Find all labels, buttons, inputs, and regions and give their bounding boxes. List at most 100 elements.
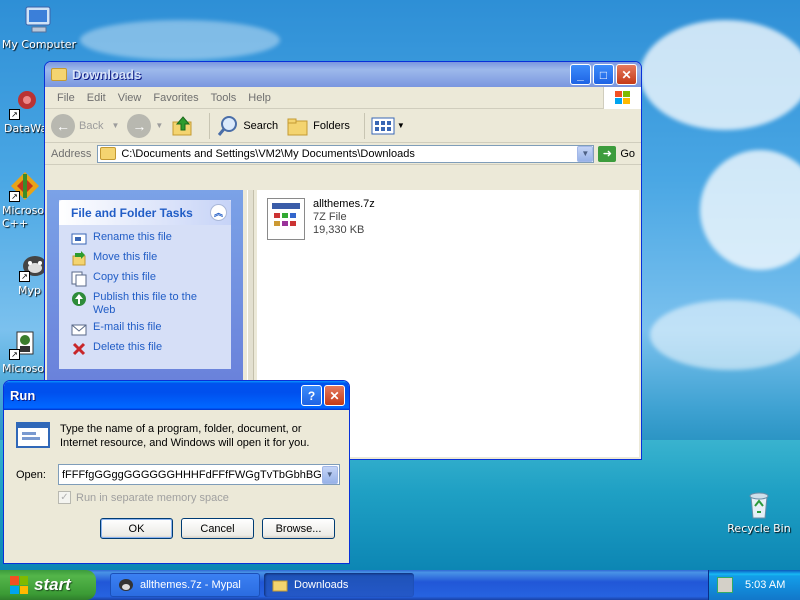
clock[interactable]: 5:03 AM [745, 579, 785, 591]
open-input-value: fFFFfgGGggGGGGGGHHHFdFFfFWGgTvTbGbhBG [61, 468, 322, 481]
email-icon [71, 321, 87, 337]
address-value: C:\Documents and Settings\VM2\My Documen… [121, 147, 415, 160]
run-body: Type the name of a program, folder, docu… [4, 410, 349, 539]
recycle-bin-icon [743, 488, 775, 520]
desktop-icon-my-computer[interactable]: My Computer [0, 4, 78, 51]
task-rename-file[interactable]: Rename this file [71, 231, 221, 247]
move-icon [71, 251, 87, 267]
toolbar-separator [363, 112, 365, 139]
network-tray-icon[interactable] [717, 577, 733, 593]
task-panel-header[interactable]: File and Folder Tasks ︽ [59, 200, 231, 225]
help-button[interactable]: ? [301, 385, 322, 406]
separate-memory-checkbox[interactable]: ✓ [58, 491, 71, 504]
cloud-decoration [80, 20, 280, 60]
folder-icon [51, 68, 67, 81]
shortcut-arrow-icon: ↗ [19, 271, 30, 282]
shortcut-arrow-icon: ↗ [9, 349, 20, 360]
minimize-icon: _ [577, 67, 584, 82]
task-delete-file[interactable]: Delete this file [71, 341, 221, 357]
7z-file-icon [267, 198, 305, 240]
folders-label: Folders [313, 119, 350, 132]
address-input[interactable]: C:\Documents and Settings\VM2\My Documen… [97, 144, 595, 163]
task-copy-file[interactable]: Copy this file [71, 271, 221, 287]
close-button[interactable]: ✕ [616, 64, 637, 85]
menu-edit[interactable]: Edit [81, 92, 112, 104]
task-email-file[interactable]: E-mail this file [71, 321, 221, 337]
folders-button[interactable]: Folders [286, 114, 350, 138]
collapse-chevron-icon[interactable]: ︽ [210, 204, 227, 221]
address-dropdown-button[interactable]: ▼ [577, 145, 594, 162]
chevron-down-icon: ▼ [111, 121, 120, 130]
open-combobox[interactable]: fFFFfgGGggGGGGGGHHHFdFFfFWGgTvTbGbhBG ▼ [57, 464, 340, 485]
task-label: Copy this file [93, 271, 156, 283]
run-program-icon [16, 422, 50, 448]
menu-file[interactable]: File [51, 92, 81, 104]
menu-tools[interactable]: Tools [205, 92, 243, 104]
go-button[interactable]: ➜ Go [598, 145, 635, 162]
my-computer-icon [23, 4, 55, 36]
explorer-titlebar[interactable]: Downloads _ □ ✕ [45, 62, 641, 87]
chevron-down-icon: ▼ [396, 121, 405, 130]
views-button[interactable]: ▼ [371, 116, 405, 136]
desktop-icon-label: My Computer [1, 38, 77, 51]
taskbar-item-mypal[interactable]: allthemes.7z - Mypal [110, 573, 260, 597]
mypal-icon [118, 578, 134, 592]
windows-logo-icon [603, 86, 641, 109]
run-titlebar[interactable]: Run ? ✕ [4, 381, 349, 410]
back-arrow-icon: ← [51, 113, 75, 138]
forward-arrow-icon: → [127, 113, 152, 138]
copy-icon [71, 271, 87, 287]
separate-memory-row: ✓ Run in separate memory space [58, 491, 337, 504]
file-details: allthemes.7z 7Z File 19,330 KB [313, 198, 375, 240]
task-label: Rename this file [93, 231, 172, 243]
browse-button[interactable]: Browse... [262, 518, 335, 539]
up-folder-button[interactable] [171, 114, 195, 138]
windows-flag-icon [10, 576, 28, 594]
system-tray: 5:03 AM [708, 570, 800, 600]
cloud-decoration [640, 20, 800, 130]
cancel-button[interactable]: Cancel [181, 518, 254, 539]
file-item-allthemes[interactable]: allthemes.7z 7Z File 19,330 KB [267, 198, 375, 240]
separate-memory-label: Run in separate memory space [76, 491, 229, 504]
open-label: Open: [16, 468, 46, 481]
forward-button[interactable]: → ▼ [127, 113, 164, 138]
task-list: Rename this file Move this file Copy thi… [59, 225, 231, 369]
ok-button[interactable]: OK [100, 518, 173, 539]
window-title: Downloads [72, 67, 142, 82]
run-title: Run [10, 388, 36, 403]
start-button[interactable]: start [0, 570, 96, 600]
shortcut-arrow-icon: ↗ [9, 109, 20, 120]
folder-icon [272, 578, 288, 592]
run-close-button[interactable]: ✕ [324, 385, 345, 406]
open-dropdown-button[interactable]: ▼ [321, 465, 338, 484]
chevron-down-icon: ▼ [155, 121, 164, 130]
file-type: 7Z File [313, 211, 347, 223]
search-label: Search [243, 119, 279, 132]
open-input[interactable]: fFFFfgGGggGGGGGGHHHFdFFfFWGgTvTbGbhBG [61, 468, 322, 481]
taskbar-item-label: allthemes.7z - Mypal [140, 579, 241, 591]
taskbar: start allthemes.7z - Mypal Downloads 5:0… [0, 570, 800, 600]
back-button[interactable]: ← Back ▼ [51, 113, 120, 138]
task-label: Delete this file [93, 341, 163, 353]
minimize-button[interactable]: _ [570, 64, 591, 85]
taskbar-item-downloads[interactable]: Downloads [264, 573, 414, 597]
run-dialog[interactable]: Run ? ✕ Type the name of a program, fold… [3, 380, 350, 564]
go-label: Go [620, 147, 635, 160]
file-name: allthemes.7z [313, 198, 375, 210]
task-publish-file[interactable]: Publish this file to the Web [71, 291, 221, 317]
address-label: Address [51, 147, 92, 160]
file-folder-tasks-panel: File and Folder Tasks ︽ Rename this file… [59, 200, 231, 369]
go-arrow-icon: ➜ [598, 145, 617, 162]
start-label: start [34, 575, 71, 594]
menu-view[interactable]: View [112, 92, 148, 104]
run-open-row: Open: fFFFfgGGggGGGGGGHHHFdFFfFWGgTvTbGb… [16, 464, 340, 485]
maximize-icon: □ [599, 67, 608, 82]
delete-icon [71, 341, 87, 357]
desktop-icon-recycle-bin[interactable]: Recycle Bin [720, 488, 798, 535]
task-move-file[interactable]: Move this file [71, 251, 221, 267]
search-button[interactable]: Search [216, 114, 278, 138]
maximize-button[interactable]: □ [593, 64, 614, 85]
menu-favorites[interactable]: Favorites [147, 92, 204, 104]
menu-help[interactable]: Help [242, 92, 277, 104]
task-panel-title: File and Folder Tasks [71, 205, 193, 220]
